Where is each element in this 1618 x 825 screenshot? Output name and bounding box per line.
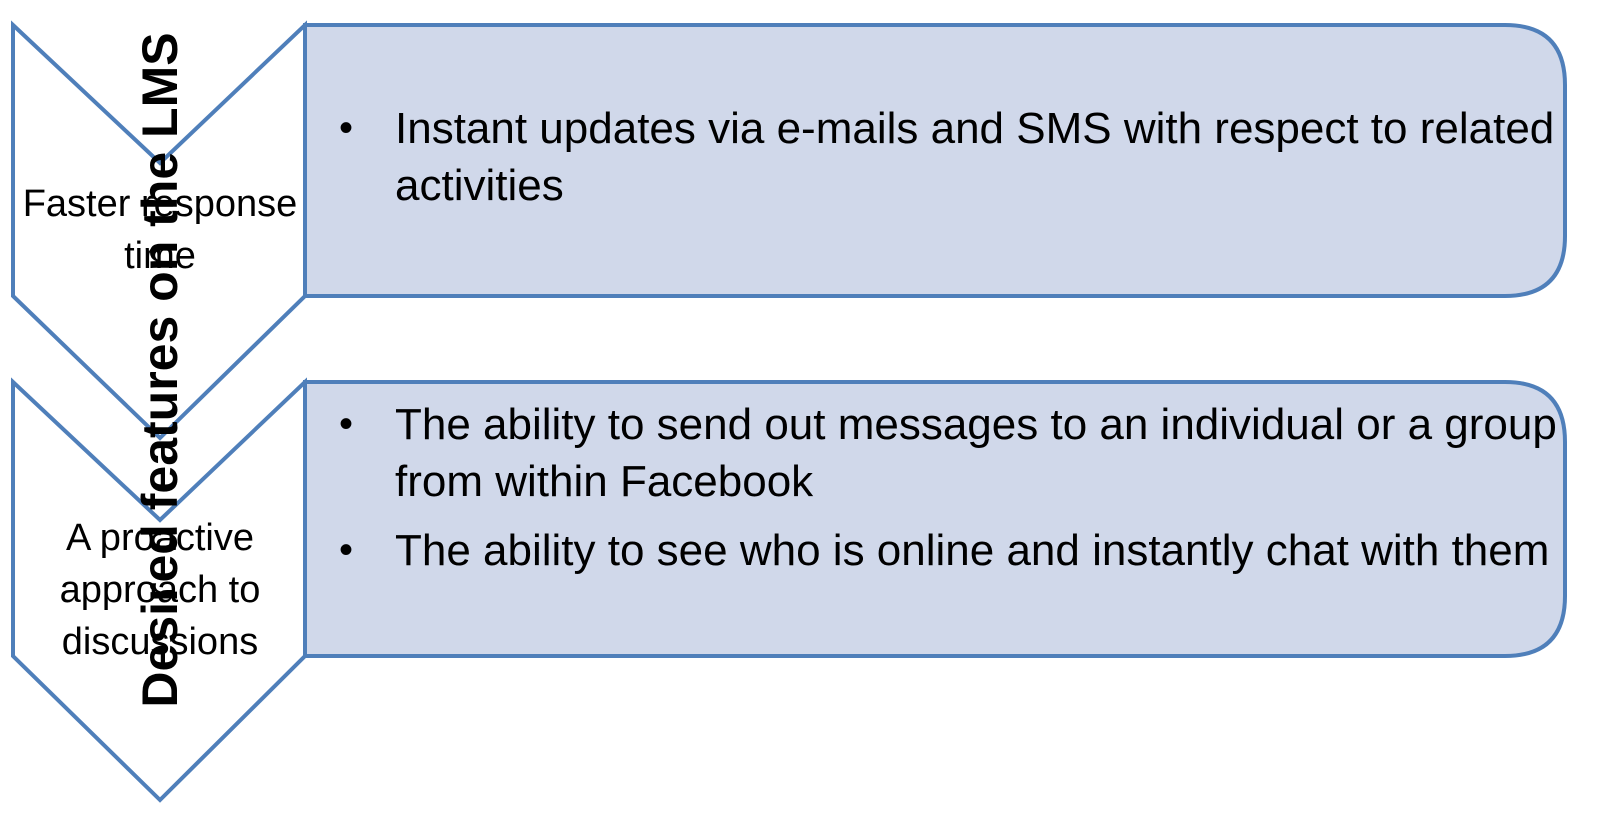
bullet-item: • The ability to send out messages to an… — [335, 396, 1560, 510]
bullet-text: The ability to see who is online and ins… — [395, 526, 1550, 575]
diagram-canvas: Faster response time A proactive approac… — [0, 0, 1618, 825]
bullet-text: Instant updates via e-mails and SMS with… — [395, 104, 1555, 210]
bullet-item: • The ability to see who is online and i… — [335, 522, 1560, 579]
bullet-item: • Instant updates via e-mails and SMS wi… — [335, 100, 1560, 214]
bullet-dot-icon: • — [339, 528, 354, 572]
bullet-list-2: • The ability to send out messages to an… — [335, 396, 1560, 591]
bullet-list-1: • Instant updates via e-mails and SMS wi… — [335, 100, 1560, 226]
bullet-text: The ability to send out messages to an i… — [395, 400, 1557, 506]
diagram-title: Desired features on the LMS — [132, 32, 188, 708]
bullet-dot-icon: • — [339, 106, 354, 150]
bullet-dot-icon: • — [339, 402, 354, 446]
